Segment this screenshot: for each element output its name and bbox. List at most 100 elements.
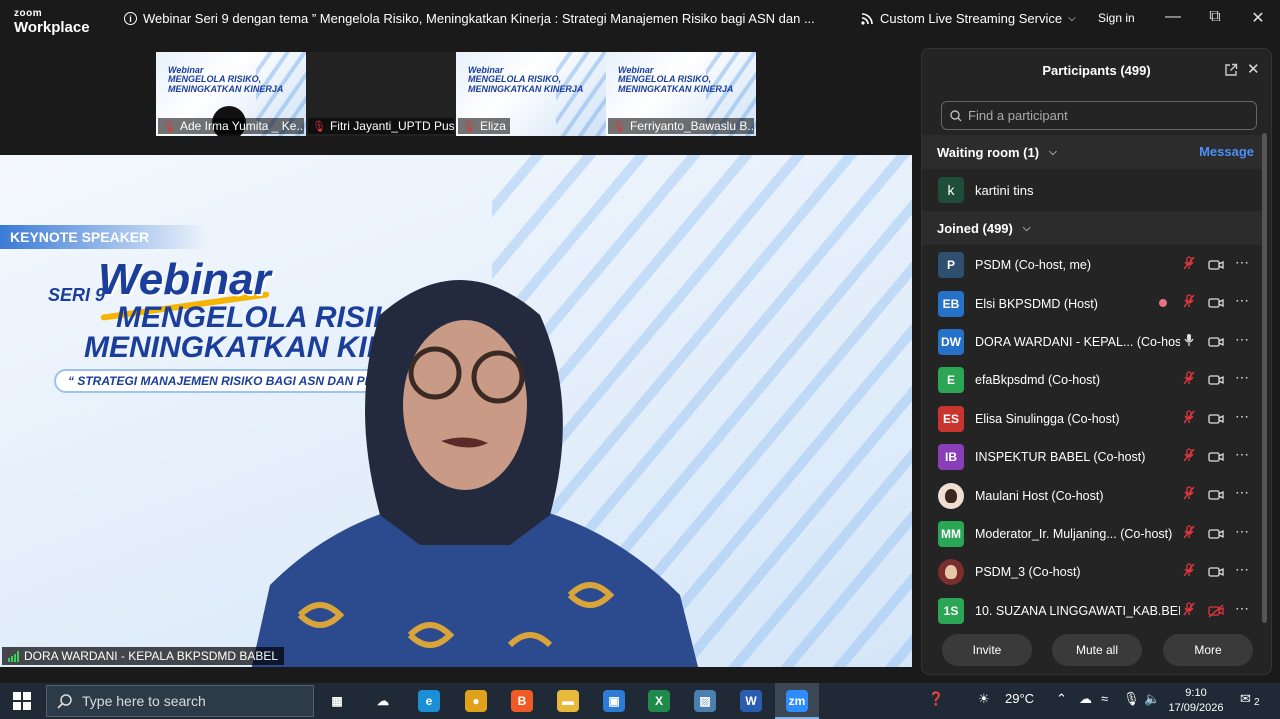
video-icon[interactable] [1208,372,1224,388]
thumbnail-video[interactable]: Webinar MENGELOLA RISIKO, MENINGKATKAN KIN… [606,52,756,136]
muted-mic-icon[interactable] [1182,409,1196,427]
volume-icon[interactable]: 🔈 [1144,691,1160,707]
waiting-participant-row[interactable]: k kartini tins [922,171,1262,209]
chevron-up-icon[interactable]: ⌃ [1056,691,1067,707]
video-icon[interactable] [1208,334,1224,350]
muted-mic-icon[interactable] [1182,294,1196,311]
network-icon[interactable]: ☁ [1079,691,1092,707]
message-link[interactable]: Message [1199,144,1254,159]
zoom-icon[interactable]: zm [786,690,808,712]
participant-row[interactable]: P PSDM (Co-host, me) ⋯ [922,246,1262,284]
video-icon[interactable] [1208,295,1224,311]
participant-name: Maulani Host (Co-host) [975,488,1104,503]
more-options-icon[interactable]: ⋯ [1235,523,1250,540]
participant-row[interactable]: MM Moderator_Ir. Muljaning... (Co-host) ⋯ [922,515,1262,553]
panel-scrollbar[interactable] [1262,133,1267,623]
minimize-icon[interactable]: — [1163,8,1183,26]
more-options-icon[interactable]: ⋯ [1235,446,1250,463]
notification-icon[interactable]: ✉ [1240,691,1251,707]
invite-button[interactable]: Invite [942,634,1032,666]
avatar: IB [938,444,964,471]
more-options-icon[interactable]: ⋯ [1235,292,1250,309]
thumbnail-video[interactable]: 🎙 Fitri Jayanti_UPTD Pus... [306,52,456,136]
muted-mic-icon: 🎙 [312,120,326,133]
more-options-icon[interactable]: ⋯ [1235,561,1250,578]
wifi-icon[interactable]: ≈ [1101,691,1108,706]
video-thumbnail-strip: Webinar MENGELOLA RISIKO, MENINGKATKAN KIN… [156,52,756,136]
more-options-icon[interactable]: ⋯ [1235,600,1250,617]
muted-mic-icon[interactable] [1182,525,1196,542]
file-explorer-icon[interactable]: ▬ [557,690,579,712]
app-cloud-icon[interactable]: ☁ [372,690,394,712]
keynote-banner: KEYNOTE SPEAKER [0,225,210,249]
muted-mic-icon[interactable] [1182,601,1196,619]
thumbnail-video[interactable]: Webinar MENGELOLA RISIKO, MENINGKATKAN KIN… [156,52,306,136]
participant-name: Elsi BKPSDMD (Host) [975,296,1098,311]
participant-row[interactable]: EB Elsi BKPSDMD (Host) ⋯ [922,284,1262,322]
sign-in-link[interactable]: Sign in [1098,11,1135,25]
participant-row[interactable]: PSDM_3 (Co-host) ⋯ [922,553,1262,591]
participant-row[interactable]: EefaBkpsdmd (Co-host) ⋯ [922,361,1262,399]
more-options-icon[interactable]: ⋯ [1235,254,1250,271]
video-icon[interactable] [1208,411,1224,427]
help-icon[interactable]: ❓ [928,691,944,707]
participant-row[interactable]: IB INSPEKTUR BABEL (Co-host) ⋯ [922,438,1262,476]
word-icon[interactable]: W [740,690,762,712]
participant-row[interactable]: Maulani Host (Co-host) ⋯ [922,476,1262,514]
info-icon[interactable]: i [124,12,137,25]
weather-temp[interactable]: 29°C [1005,691,1034,706]
popout-icon[interactable] [1224,63,1238,77]
more-options-icon[interactable]: ⋯ [1235,484,1250,501]
participant-row[interactable]: 1S 10. SUZANA LINGGAWATI_KAB.BELT... ⋯ [922,592,1262,630]
video-icon[interactable] [1208,526,1224,542]
system-clock[interactable]: 9:10 17/09/2026 [1168,686,1224,716]
excel-icon[interactable]: X [648,690,670,712]
mic-icon[interactable] [1182,333,1196,350]
edge-icon[interactable]: e [418,690,440,712]
meeting-title-text: Webinar Seri 9 dengan tema ” Mengelola R… [143,11,815,26]
restore-icon[interactable]: ⧉ [1205,8,1225,26]
photos-icon[interactable]: ▨ [694,690,716,712]
thumbnail-video[interactable]: Webinar MENGELOLA RISIKO, MENINGKATKAN KIN… [456,52,606,136]
participant-search[interactable]: Find a participant [941,101,1257,130]
video-icon[interactable] [1208,487,1224,503]
more-button[interactable]: More [1163,634,1253,666]
word-pad-icon[interactable]: ▣ [603,690,625,712]
joined-header[interactable]: Joined (499) ⌵ [922,211,1262,245]
chevron-down-icon: ⌵ [1049,146,1057,158]
video-icon[interactable] [1208,449,1224,465]
taskbar-search[interactable]: Type here to search [46,685,314,717]
close-panel-icon[interactable]: ✕ [1247,60,1260,78]
avatar: E [938,367,964,394]
mini-slide-title: Webinar MENGELOLA RISIKO, MENINGKATKAN KIN… [468,65,584,94]
video-icon[interactable] [1208,564,1224,580]
participant-row[interactable]: DW DORA WARDANI - KEPAL... (Co-host) ⋯ [922,323,1262,361]
chrome-icon[interactable]: ● [465,690,487,712]
video-icon[interactable] [1208,257,1224,273]
mute-all-button[interactable]: Mute all [1052,634,1142,666]
logo-line1: zoom [14,8,43,19]
muted-mic-icon[interactable] [1182,256,1196,273]
microphone-icon[interactable]: 🎙 [1123,691,1140,707]
thumbnail-name: 🎙 Ferriyanto_Bawaslu B... [608,118,754,134]
participant-name: efaBkpsdmd (Co-host) [975,373,1101,388]
muted-mic-icon[interactable] [1182,371,1196,388]
muted-mic-icon[interactable] [1182,563,1196,580]
participant-row[interactable]: ES Elisa Sinulingga (Co-host) ⋯ [922,400,1262,438]
brave-icon[interactable]: B [511,690,533,712]
waiting-room-header[interactable]: Waiting room (1) ⌵ Message [922,135,1262,169]
live-streaming-menu[interactable]: Custom Live Streaming Service ⌵ [860,11,1076,26]
more-options-icon[interactable]: ⋯ [1235,369,1250,386]
more-options-icon[interactable]: ⋯ [1235,331,1250,348]
weather-icon[interactable]: ☀ [978,691,990,707]
muted-mic-icon[interactable] [1182,486,1196,503]
active-speaker-video[interactable]: KEYNOTE SPEAKER Webinar SERI 9 MENGELOLA… [0,155,912,667]
joined-label: Joined (499) [937,220,1013,236]
close-window-icon[interactable]: ✕ [1248,8,1268,28]
video-off-icon[interactable] [1208,603,1224,619]
muted-mic-icon[interactable] [1182,448,1196,465]
windows-start-icon[interactable] [13,692,31,710]
more-options-icon[interactable]: ⋯ [1235,408,1250,425]
meeting-title[interactable]: i Webinar Seri 9 dengan tema ” Mengelola… [124,11,815,26]
task-view-icon[interactable]: ▦ [326,690,348,712]
